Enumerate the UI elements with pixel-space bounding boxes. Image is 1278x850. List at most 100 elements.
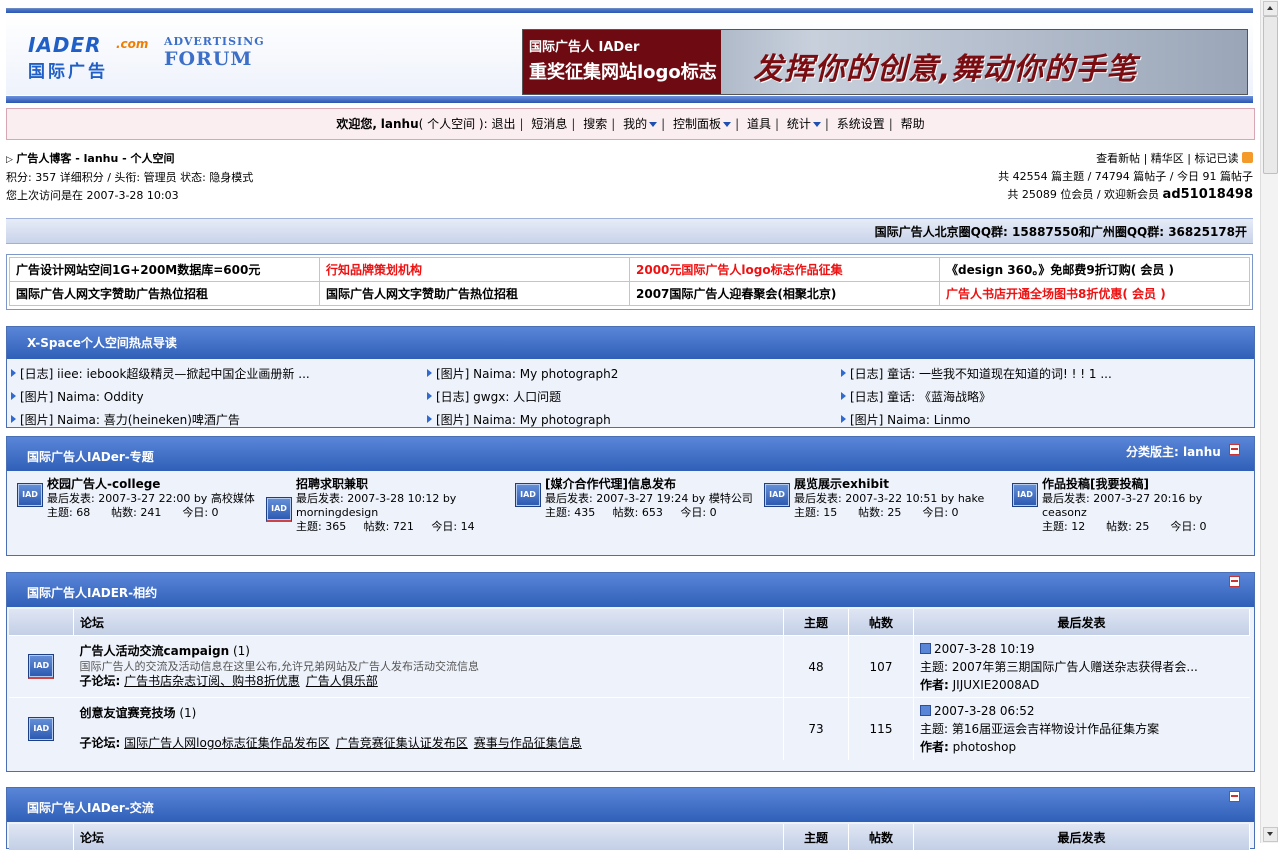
nav-logout[interactable]: 退出	[491, 117, 515, 131]
ad-link[interactable]: 国际广告人网文字赞助广告热位招租	[9, 281, 320, 306]
forum-link[interactable]: 校园广告人-college	[47, 477, 160, 491]
category-header: 国际广告人IADer-专题 分类版主: lanhu	[7, 437, 1254, 471]
category-header: 国际广告人IADer-交流	[7, 788, 1254, 822]
banner-slogan: 发挥你的创意,舞动你的手笔	[753, 52, 1138, 87]
col-topics: 主题	[783, 609, 849, 636]
forum-link[interactable]: 创意友谊赛竞技场	[80, 706, 176, 720]
header-banner-ad[interactable]: 国际广告人 IADer 重奖征集网站logo标志 发挥你的创意,舞动你的手笔	[522, 29, 1248, 95]
category-tools	[1225, 788, 1240, 810]
col-forum: 论坛	[73, 609, 784, 636]
nav-messages[interactable]: 短消息	[531, 117, 567, 131]
scroll-down-icon[interactable]	[1263, 827, 1278, 842]
view-new-posts-link[interactable]: 查看新帖	[1096, 152, 1140, 165]
xspace-item[interactable]: [图片] Naima: Oddity	[20, 390, 144, 404]
forum-stats: 主题: 68 帖数: 241 今日: 0	[47, 506, 219, 519]
chevron-down-icon[interactable]	[649, 122, 658, 127]
rss-icon[interactable]	[1242, 152, 1253, 163]
table-row: IAD 创意友谊赛竞技场 (1) 子论坛: 国际广告人网logo标志征集作品发布…	[9, 697, 1250, 760]
header-top-bar	[6, 9, 1253, 13]
xspace-title: X-Space个人空间热点导读	[7, 327, 1254, 359]
tag-advertising: ADVERTISING	[164, 35, 265, 48]
ad-link[interactable]: 2000元国际广告人logo标志作品征集	[629, 257, 940, 282]
nav-my[interactable]: 我的	[623, 117, 647, 131]
chevron-down-icon[interactable]	[812, 122, 821, 127]
xspace-item[interactable]: [日志] 童话: 《蓝海战略》	[850, 390, 991, 404]
xspace-item[interactable]: [图片] Naima: My photograph	[436, 413, 611, 427]
nav-stats[interactable]: 统计	[787, 117, 811, 131]
ad-link[interactable]: 行知品牌策划机构	[319, 257, 630, 282]
forum-icon: IAD	[28, 654, 55, 679]
forum-stats: 主题: 365 帖数: 721 今日: 14	[296, 520, 475, 533]
subforum-link[interactable]: 赛事与作品征集信息	[474, 736, 582, 750]
nav-search[interactable]: 搜索	[583, 117, 607, 131]
ad-link[interactable]: 《design 360。》免邮费9折订购( 会员 )	[939, 257, 1250, 282]
subforum-link[interactable]: 广告人俱乐部	[306, 674, 378, 688]
subforum-label: 子论坛:	[79, 674, 121, 688]
last-post-icon[interactable]	[920, 642, 931, 654]
forum-link[interactable]: 作品投稿[我要投稿]	[1042, 477, 1149, 491]
xspace-item[interactable]: [日志] gwgx: 人口问题	[436, 390, 561, 404]
last-post-topic[interactable]: 主题: 第16届亚运会吉祥物设计作品征集方案	[920, 722, 1159, 736]
moderator-link[interactable]: lanhu	[1183, 445, 1221, 459]
forum-icon: IAD	[1012, 483, 1038, 507]
xspace-item[interactable]: [日志] iiee: iebook超级精灵—掀起中国企业画册新 ...	[20, 367, 310, 381]
subforum-link[interactable]: 国际广告人网logo标志征集作品发布区	[124, 736, 330, 750]
welcome-text: 欢迎您,	[336, 117, 377, 131]
forum-link[interactable]: 广告人活动交流campaign	[80, 644, 230, 658]
forum-last-post: 最后发表: 2007-3-27 19:24 by 模特公司	[545, 492, 753, 505]
ad-link[interactable]: 广告人书店开通全场图书8折优惠( 会员 )	[939, 281, 1250, 306]
newest-member-link[interactable]: ad51018498	[1163, 187, 1253, 202]
site-logo[interactable]: IADER .com 国际广告	[24, 23, 154, 82]
col-icon	[9, 824, 74, 850]
scroll-thumb[interactable]	[1263, 16, 1278, 174]
subforum-link[interactable]: 广告竞赛征集认证发布区	[336, 736, 468, 750]
ad-link[interactable]: 国际广告人网文字赞助广告热位招租	[319, 281, 630, 306]
digest-link[interactable]: 精华区	[1151, 152, 1184, 165]
col-posts: 帖数	[848, 609, 914, 636]
collapse-icon[interactable]	[1229, 444, 1240, 455]
forum-tagline: ADVERTISING FORUM	[164, 35, 265, 70]
col-last-post: 最后发表	[913, 824, 1250, 850]
site-header: IADER .com 国际广告 ADVERTISING FORUM 国际广告人 …	[6, 8, 1253, 103]
nav-control-panel[interactable]: 控制面板	[673, 117, 721, 131]
banner-title: 国际广告人 IADer	[529, 40, 640, 55]
collapse-icon[interactable]	[1229, 576, 1240, 587]
chevron-down-icon[interactable]	[723, 122, 732, 127]
member-stats: 共 25089 位会员 / 欢迎新会员	[1007, 188, 1160, 201]
nav-items[interactable]: 道具	[747, 117, 771, 131]
forum-icon: IAD	[515, 483, 541, 507]
vertical-scrollbar[interactable]	[1260, 0, 1278, 843]
nav-help[interactable]: 帮助	[901, 117, 925, 131]
last-post-date: 2007-3-28 06:52	[934, 703, 1035, 718]
xspace-item[interactable]: [图片] Naima: Linmo	[850, 413, 970, 427]
bullet-arrow-icon	[11, 392, 16, 400]
nav-settings[interactable]: 系统设置	[837, 117, 885, 131]
scroll-up-icon[interactable]	[1263, 1, 1278, 16]
logo-cn: 国际广告	[28, 62, 108, 82]
xspace-item[interactable]: [图片] Naima: My photograph2	[436, 367, 618, 381]
collapse-icon[interactable]	[1229, 791, 1240, 802]
personal-space-link[interactable]: ( 个人空间 ):	[419, 117, 488, 131]
bullet-arrow-icon	[841, 369, 846, 377]
category-special: 国际广告人IADer-专题 分类版主: lanhu IAD 校园广告人-coll…	[6, 436, 1255, 556]
username-link[interactable]: lanhu	[381, 117, 419, 131]
forum-link[interactable]: 展览展示exhibit	[794, 477, 889, 491]
category-title[interactable]: 国际广告人IADer-专题	[27, 450, 154, 464]
last-post-topic[interactable]: 主题: 2007年第三期国际广告人赠送杂志获得者会...	[920, 660, 1198, 674]
ad-link[interactable]: 2007国际广告人迎春聚会(相聚北京)	[629, 281, 940, 306]
forum-link[interactable]: 招聘求职兼职	[296, 477, 368, 491]
forum-link[interactable]: [媒介合作代理]信息发布	[545, 477, 676, 491]
last-post-author[interactable]: JIJUXIE2008AD	[953, 678, 1040, 692]
xspace-item[interactable]: [图片] Naima: 喜力(heineken)啤酒广告	[20, 413, 240, 427]
subforum-link[interactable]: 广告书店杂志订阅、购书8折优惠	[124, 674, 300, 688]
last-post-icon[interactable]	[920, 704, 931, 716]
bullet-arrow-icon	[427, 392, 432, 400]
category-title[interactable]: 国际广告人IADER-相约	[27, 586, 157, 600]
xspace-item[interactable]: [日志] 童话: 一些我不知道现在知道的词! ! ! 1 ...	[850, 367, 1112, 381]
ad-link[interactable]: 广告设计网站空间1G+200M数据库=600元	[9, 257, 320, 282]
last-post-author[interactable]: photoshop	[953, 740, 1016, 754]
bullet-arrow-icon	[11, 369, 16, 377]
mark-read-link[interactable]: 标记已读	[1195, 152, 1239, 165]
breadcrumb[interactable]: 广告人博客 - lanhu - 个人空间	[16, 152, 174, 165]
category-title[interactable]: 国际广告人IADer-交流	[27, 801, 154, 815]
